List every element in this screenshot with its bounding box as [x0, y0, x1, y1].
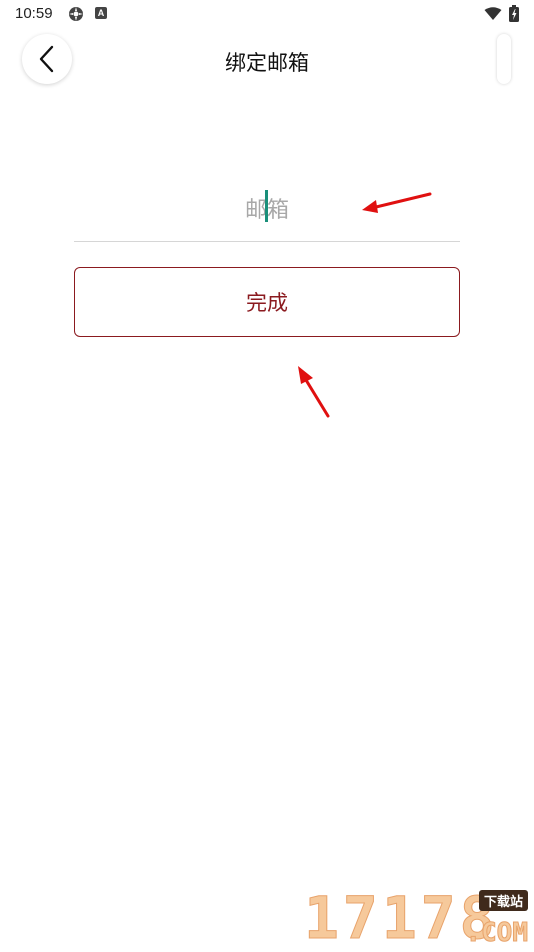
side-handle[interactable] [497, 34, 511, 84]
battery-icon [509, 5, 519, 22]
settings-icon [69, 7, 83, 21]
status-time: 10:59 [15, 5, 53, 22]
wifi-icon [484, 7, 502, 20]
watermark-logo: 17178 下载站 .COM [304, 888, 534, 949]
watermark-suffix: .COM [465, 918, 529, 949]
watermark-badge: 下载站 [478, 890, 528, 911]
page-title: 绑定邮箱 [225, 51, 309, 75]
a-icon: A [95, 7, 107, 19]
status-bar: 10:59 A [0, 0, 534, 28]
annotation-arrow-input [362, 192, 432, 213]
done-button[interactable]: 完成 [74, 267, 460, 337]
text-caret [265, 190, 268, 222]
annotation-arrow-button [298, 366, 330, 418]
